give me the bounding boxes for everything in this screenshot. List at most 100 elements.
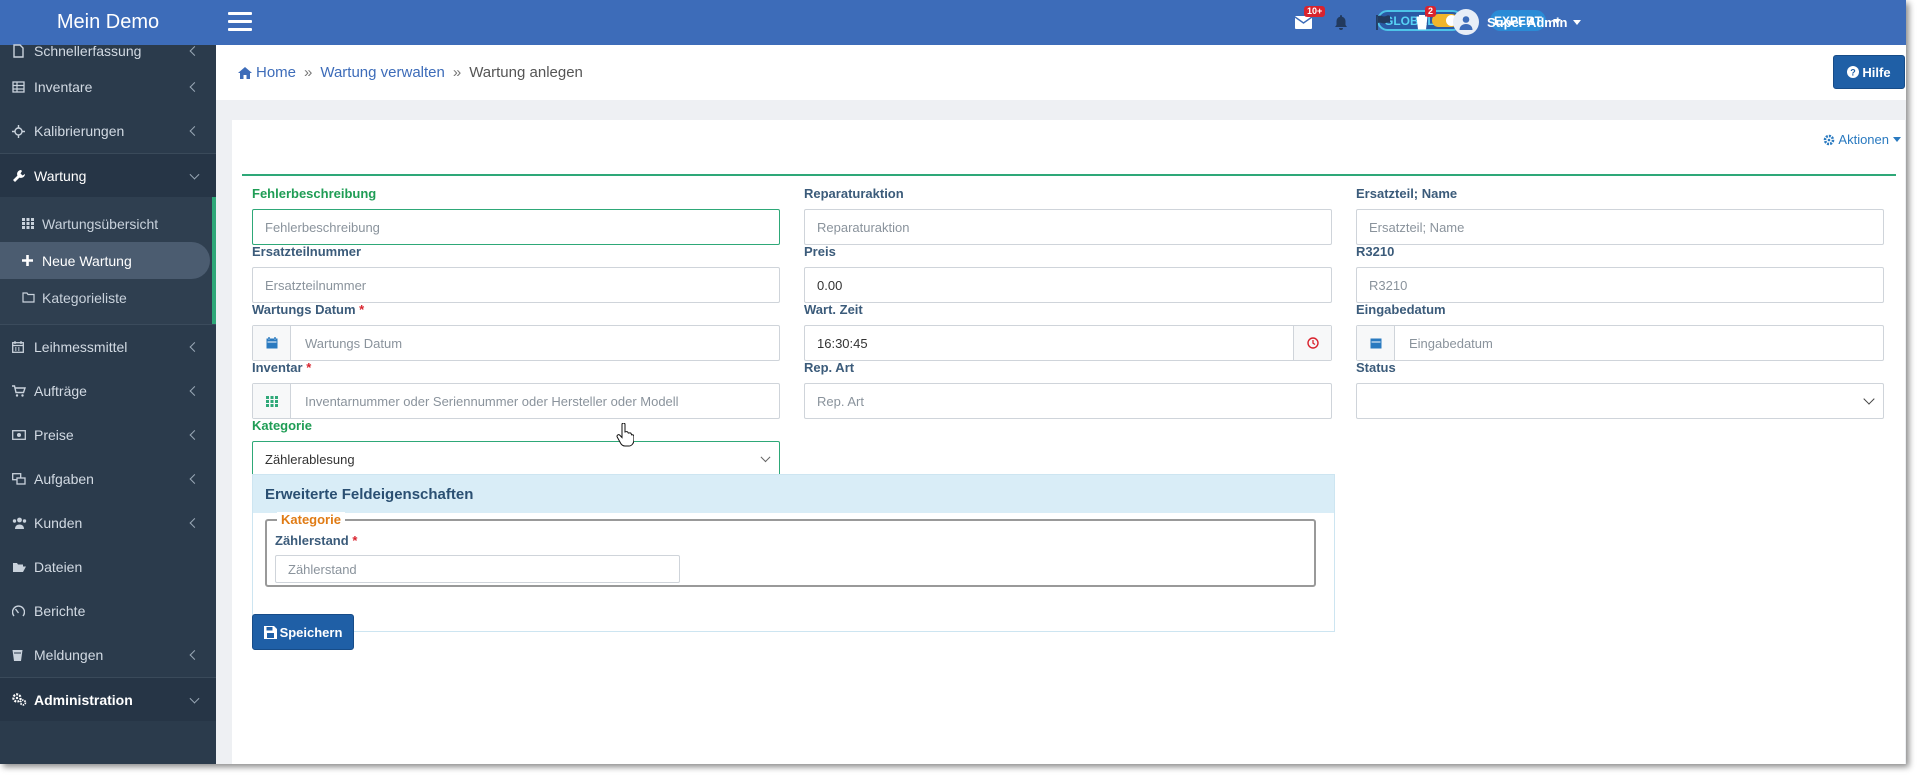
chevron-left-icon (189, 126, 200, 136)
grid-icon[interactable] (253, 384, 291, 418)
envelope-icon (1294, 15, 1312, 29)
r3210-input[interactable]: R3210 (1356, 267, 1884, 303)
sidebar-item-meldungen[interactable]: Meldungen (0, 633, 216, 677)
field-label: Preis (804, 244, 836, 259)
sidebar-item-berichte[interactable]: Berichte (0, 589, 216, 633)
folder-open-icon (12, 562, 34, 573)
sidebar-item-wartung[interactable]: Wartung (0, 153, 216, 197)
field-label: Status (1356, 360, 1396, 375)
preis-input[interactable]: 0.00 (804, 267, 1332, 303)
sidebar-item-label: Aufträge (34, 383, 87, 399)
fehlerbeschreibung-input[interactable]: Fehlerbeschreibung (252, 209, 780, 245)
sidebar-item-kunden[interactable]: Kunden (0, 501, 216, 545)
flag-icon (1375, 14, 1390, 30)
tasks-button[interactable]: 2 (1412, 6, 1437, 32)
ersatzteilnummer-input[interactable]: Ersatzteilnummer (252, 267, 780, 303)
sidebar-item-administration[interactable]: Administration (0, 677, 216, 721)
mail-button[interactable]: 10+ (1293, 6, 1326, 32)
save-button[interactable]: Speichern (252, 614, 354, 650)
maintenance-form: Fehlerbeschreibung Fehlerbeschreibung Re… (242, 174, 1896, 764)
sidebar-item-label: Inventare (34, 79, 93, 95)
wrench-icon (12, 169, 34, 183)
hamburger-menu-icon[interactable] (228, 12, 252, 32)
placeholder: Eingabedatum (1409, 335, 1493, 351)
field-label: Fehlerbeschreibung (252, 186, 377, 201)
bucket-icon (12, 649, 34, 662)
sidebar-item-label: Kalibrierungen (34, 123, 125, 139)
sidebar-item-preise[interactable]: Preise (0, 413, 216, 457)
kategorie-select[interactable]: Zählerablesung (252, 441, 780, 477)
field-label: Reparaturaktion (804, 186, 904, 201)
sidebar-item-label: Preise (34, 427, 74, 443)
sidebar-item-schnellerfassung[interactable]: Schnellerfassung (0, 37, 216, 65)
sidebar-item-kalibrierungen[interactable]: Kalibrierungen (0, 109, 216, 153)
field-label: R3210 (1356, 244, 1395, 259)
sidebar-item-aufgaben[interactable]: Aufgaben (0, 457, 216, 501)
required-mark: * (306, 360, 312, 375)
field-group-preis: Preis 0.00 (804, 244, 1332, 303)
zaehlerstand-input[interactable]: Zählerstand (275, 555, 680, 583)
tasks-badge: 2 (1425, 6, 1437, 17)
cart-icon (12, 385, 34, 397)
sidebar-item-wartungsuebersicht[interactable]: Wartungsübersicht (0, 205, 212, 242)
sidebar-item-label: Kategorieliste (42, 289, 127, 306)
field-group-wart-zeit: Wart. Zeit 16:30:45 (804, 302, 1332, 361)
reparaturaktion-input[interactable]: Reparaturaktion (804, 209, 1332, 245)
field-label: Ersatzteil; Name (1356, 186, 1458, 201)
flags-button[interactable] (1373, 12, 1393, 32)
mail-badge: 10+ (1304, 6, 1326, 17)
label-text: Wartungs Datum (252, 302, 356, 317)
breadcrumb-separator: » (452, 64, 462, 81)
inventar-input[interactable]: Inventarnummer oder Seriennummer oder He… (252, 383, 780, 419)
sidebar-item-auftraege[interactable]: Aufträge (0, 369, 216, 413)
field-group-fehlerbeschreibung: Fehlerbeschreibung Fehlerbeschreibung (252, 186, 780, 245)
user-menu[interactable]: Super Admin (1453, 8, 1582, 36)
actions-dropdown[interactable]: Aktionen (1823, 132, 1901, 147)
placeholder: R3210 (1369, 277, 1408, 293)
placeholder: Wartungs Datum (305, 335, 403, 351)
save-label: Speichern (279, 624, 343, 640)
chevron-left-icon (189, 430, 200, 440)
fieldset-legend: Kategorie (277, 512, 345, 527)
actions-label: Aktionen (1838, 132, 1889, 147)
calendar-icon[interactable] (1357, 326, 1395, 360)
eingabedatum-input[interactable]: Eingabedatum (1356, 325, 1884, 361)
sidebar-item-inventare[interactable]: Inventare (0, 65, 216, 109)
sidebar-item-kategorieliste[interactable]: Kategorieliste (0, 279, 212, 316)
clock-icon[interactable] (1293, 326, 1331, 360)
save-icon (263, 625, 277, 639)
topbar: GLOBAL EXPERT 10+ 2 Super Admin (216, 0, 1906, 45)
money-icon (12, 430, 34, 440)
main-content: Home » Wartung verwalten » Wartung anleg… (216, 45, 1906, 764)
sidebar-menu: Schnellerfassung Inventare Kalibrierunge… (0, 43, 216, 721)
field-label: Wartungs Datum * (252, 302, 780, 320)
sidebar-item-label: Kunden (34, 515, 83, 531)
value: 16:30:45 (817, 335, 868, 351)
placeholder: Rep. Art (817, 393, 864, 409)
tasks-icon (12, 473, 34, 485)
app-window: Mein Demo Schnellerfassung Inventare Kal… (0, 0, 1906, 764)
wartungs-datum-input[interactable]: Wartungs Datum (252, 325, 780, 361)
sidebar-item-label: Dateien (34, 559, 83, 575)
calendar-icon[interactable] (253, 326, 291, 360)
extended-properties-title: Erweiterte Feldeigenschaften (253, 475, 1334, 513)
breadcrumb-home[interactable]: Home (256, 64, 296, 81)
chevron-left-icon (189, 386, 200, 396)
wart-zeit-input[interactable]: 16:30:45 (804, 325, 1332, 361)
sidebar-item-leihmessmittel[interactable]: Leihmessmittel (0, 325, 216, 369)
rep-art-input[interactable]: Rep. Art (804, 383, 1332, 419)
ersatzteil-name-input[interactable]: Ersatzteil; Name (1356, 209, 1884, 245)
users-icon (12, 517, 34, 529)
folder-icon (22, 292, 42, 303)
help-button[interactable]: ? Hilfe (1833, 55, 1905, 89)
status-select[interactable] (1356, 383, 1884, 419)
breadcrumb: Home » Wartung verwalten » Wartung anleg… (238, 64, 583, 81)
sidebar-item-label: Aufgaben (34, 471, 94, 487)
breadcrumb-wartung-verwalten[interactable]: Wartung verwalten (320, 64, 445, 81)
notifications-button[interactable] (1331, 12, 1351, 32)
crosshair-icon (12, 124, 34, 138)
sidebar-item-neue-wartung[interactable]: Neue Wartung (0, 242, 210, 279)
chevron-left-icon (189, 82, 200, 92)
sidebar-item-label: Meldungen (34, 647, 104, 663)
sidebar-item-dateien[interactable]: Dateien (0, 545, 216, 589)
